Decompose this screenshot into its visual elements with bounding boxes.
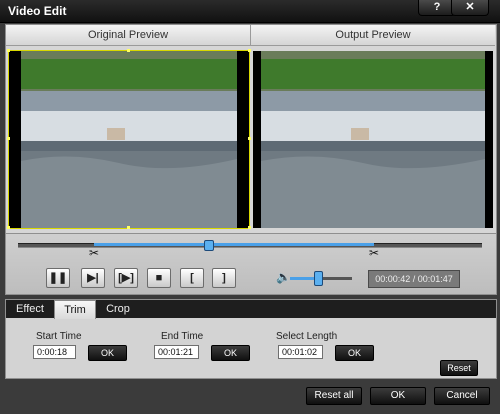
crop-handle[interactable] xyxy=(7,137,10,140)
start-time-ok-button[interactable]: OK xyxy=(88,345,127,361)
crop-handle[interactable] xyxy=(248,49,251,52)
original-preview-label: Original Preview xyxy=(6,25,251,46)
tab-crop[interactable]: Crop xyxy=(98,300,138,318)
volume-slider-knob[interactable] xyxy=(314,271,323,286)
time-display: 00:00:42 / 00:01:47 xyxy=(368,270,460,288)
edit-tabs: Effect Trim Crop xyxy=(6,300,496,319)
tab-effect[interactable]: Effect xyxy=(10,300,50,318)
original-preview-video[interactable] xyxy=(7,49,251,229)
trim-end-scissor-icon[interactable]: ✂ xyxy=(367,246,381,260)
crop-handle[interactable] xyxy=(7,49,10,52)
ok-button[interactable]: OK xyxy=(370,387,426,405)
set-end-button[interactable]: ] xyxy=(212,268,236,288)
video-edit-window: Video Edit ? ✕ Original Preview Output P… xyxy=(0,0,500,414)
cancel-button[interactable]: Cancel xyxy=(434,387,490,405)
end-time-ok-button[interactable]: OK xyxy=(211,345,250,361)
edit-panel: Effect Trim Crop Start Time OK End Time … xyxy=(5,299,497,379)
timeline-playhead[interactable] xyxy=(204,240,214,251)
next-frame-button[interactable]: ▶| xyxy=(81,268,105,288)
crop-handle[interactable] xyxy=(248,226,251,229)
reset-button[interactable]: Reset xyxy=(440,360,478,376)
trim-preview-button[interactable]: [▶] xyxy=(114,268,138,288)
trim-start-scissor-icon[interactable]: ✂ xyxy=(87,246,101,260)
crop-handle[interactable] xyxy=(127,226,130,229)
volume-icon[interactable]: 🔈 xyxy=(276,270,291,284)
end-time-label: End Time xyxy=(161,331,204,342)
select-length-label: Select Length xyxy=(276,331,338,342)
playback-controls: ✂ ✂ ❚❚ ▶| [▶] ■ [ ] 🔈 00:00:42 / 00:01:4… xyxy=(5,233,497,295)
start-time-field[interactable] xyxy=(33,345,76,359)
window-title: Video Edit xyxy=(8,4,67,18)
reset-all-button[interactable]: Reset all xyxy=(306,387,362,405)
close-button[interactable]: ✕ xyxy=(451,0,489,16)
output-preview-video xyxy=(253,51,493,228)
start-time-label: Start Time xyxy=(36,331,82,342)
play-pause-button[interactable]: ❚❚ xyxy=(46,268,70,288)
title-bar: Video Edit ? ✕ xyxy=(0,0,500,23)
select-length-field[interactable] xyxy=(278,345,323,359)
stop-button[interactable]: ■ xyxy=(147,268,171,288)
crop-handle[interactable] xyxy=(127,49,130,52)
output-preview-label: Output Preview xyxy=(251,25,495,46)
select-length-ok-button[interactable]: OK xyxy=(335,345,374,361)
crop-handle[interactable] xyxy=(7,226,10,229)
tab-trim[interactable]: Trim xyxy=(54,300,96,319)
set-start-button[interactable]: [ xyxy=(180,268,204,288)
end-time-field[interactable] xyxy=(154,345,199,359)
crop-handle[interactable] xyxy=(248,137,251,140)
preview-panel: Original Preview Output Preview xyxy=(5,24,497,234)
timeline-selection xyxy=(94,243,374,246)
